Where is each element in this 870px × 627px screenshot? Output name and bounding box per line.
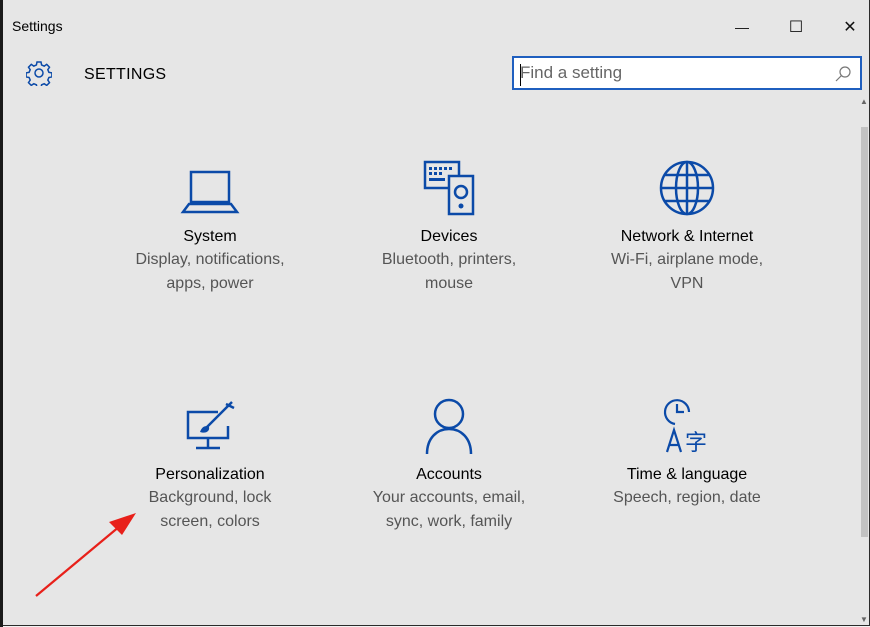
tile-description: sync, work, family bbox=[385, 513, 513, 530]
scrollbar-thumb[interactable] bbox=[861, 127, 868, 537]
tile-description: Speech, region, date bbox=[613, 489, 761, 506]
tile-description: apps, power bbox=[166, 275, 254, 292]
tile-description: Bluetooth, printers, bbox=[381, 251, 517, 268]
page-title: SETTINGS bbox=[84, 66, 167, 83]
tile-title: Network & Internet bbox=[620, 228, 754, 245]
svg-text:字: 字 bbox=[685, 431, 707, 454]
tile-title: Devices bbox=[420, 228, 478, 245]
maximize-button[interactable]: ☐ bbox=[776, 10, 816, 44]
tile-devices[interactable]: Devices Bluetooth, printers, mouse bbox=[329, 160, 569, 296]
tile-system[interactable]: System Display, notifications, apps, pow… bbox=[90, 160, 330, 296]
person-icon bbox=[425, 398, 473, 454]
minimize-icon: — bbox=[735, 19, 749, 35]
settings-header: SETTINGS bbox=[4, 54, 869, 94]
tile-time-language[interactable]: 字 Time & language Speech, region, date bbox=[567, 398, 807, 510]
vertical-scrollbar[interactable]: ▲ ▼ bbox=[859, 97, 869, 625]
tile-personalization[interactable]: Personalization Background, lock screen,… bbox=[90, 398, 330, 534]
scroll-down-icon[interactable]: ▼ bbox=[859, 615, 869, 625]
tile-title: System bbox=[183, 228, 237, 245]
settings-categories: System Display, notifications, apps, pow… bbox=[4, 100, 859, 625]
minimize-button[interactable]: — bbox=[722, 10, 762, 44]
tile-description: Background, lock bbox=[148, 489, 272, 506]
tile-description: Wi-Fi, airplane mode, bbox=[610, 251, 764, 268]
search-icon[interactable] bbox=[834, 65, 852, 83]
search-input[interactable] bbox=[520, 63, 820, 83]
maximize-icon: ☐ bbox=[788, 19, 804, 36]
settings-window: Settings — ☐ ✕ SETTINGS Find a setting S… bbox=[0, 0, 870, 626]
tile-title: Time & language bbox=[626, 466, 748, 483]
tile-description: screen, colors bbox=[160, 513, 260, 530]
scroll-up-icon[interactable]: ▲ bbox=[859, 97, 869, 107]
tile-description: mouse bbox=[424, 275, 474, 292]
personalization-icon bbox=[186, 401, 235, 450]
title-bar[interactable]: Settings — ☐ ✕ bbox=[4, 0, 869, 50]
search-box[interactable] bbox=[512, 56, 862, 90]
tile-title: Accounts bbox=[416, 466, 482, 483]
gear-icon bbox=[26, 61, 52, 86]
laptop-icon bbox=[180, 170, 240, 214]
devices-icon bbox=[423, 160, 475, 216]
close-icon: ✕ bbox=[843, 19, 857, 36]
tile-network[interactable]: Network & Internet Wi-Fi, airplane mode,… bbox=[567, 160, 807, 296]
globe-icon bbox=[659, 160, 715, 216]
tile-description: Display, notifications, bbox=[135, 251, 285, 268]
window-title: Settings bbox=[12, 18, 63, 34]
time-language-icon: 字 bbox=[663, 399, 707, 454]
close-button[interactable]: ✕ bbox=[830, 10, 870, 44]
tile-title: Personalization bbox=[155, 466, 265, 483]
tile-accounts[interactable]: Accounts Your accounts, email, sync, wor… bbox=[329, 398, 569, 534]
tile-description: Your accounts, email, bbox=[372, 489, 526, 506]
window-left-edge bbox=[0, 0, 3, 627]
tile-description: VPN bbox=[670, 275, 704, 292]
